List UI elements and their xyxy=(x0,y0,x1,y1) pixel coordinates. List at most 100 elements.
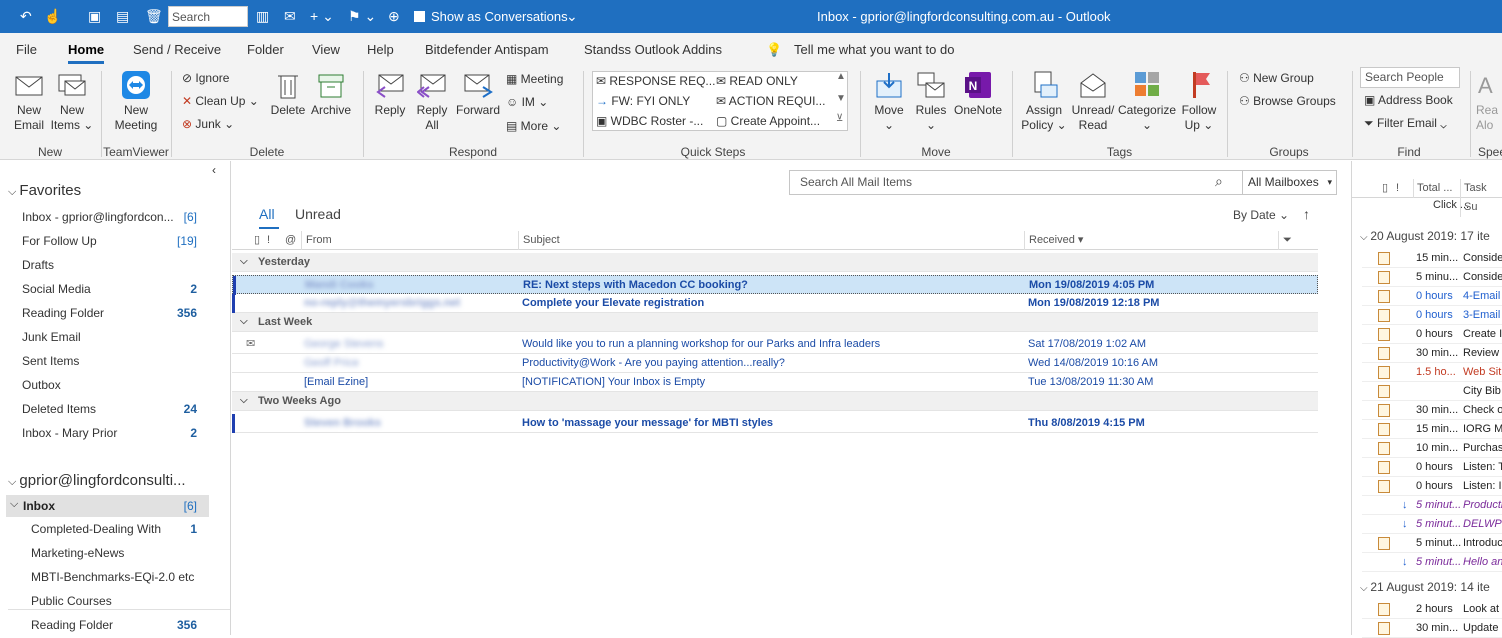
account-header[interactable]: ⌵ gprior@lingfordconsulti... xyxy=(8,472,186,489)
favorites-header[interactable]: ⌵ Favorites xyxy=(8,182,81,199)
subfolder[interactable]: MBTI-Benchmarks-EQi-2.0 etc xyxy=(31,570,194,584)
clean-up-button[interactable]: ✕ Clean Up ⌄ xyxy=(182,94,259,108)
favorite-folder[interactable]: Reading Folder xyxy=(22,306,104,320)
message-group-header[interactable]: ⌵ Two Weeks Ago xyxy=(232,392,1318,411)
tab-folder[interactable]: Folder xyxy=(247,42,284,57)
delete-button[interactable]: Delete xyxy=(268,71,308,118)
task-row[interactable]: City Bib xyxy=(1362,382,1502,401)
search-icon[interactable]: ⌕ xyxy=(1215,173,1223,190)
forward-button[interactable]: Forward xyxy=(455,71,501,118)
task-row[interactable]: ↓ 5 minut...DELWP c xyxy=(1362,515,1502,534)
task-row[interactable]: 30 min... Update xyxy=(1362,619,1502,638)
subfolder[interactable]: Completed-Dealing With xyxy=(31,522,161,536)
filter-email-button[interactable]: ⏷ Filter Email ⌄ xyxy=(1364,116,1447,131)
assign-policy-button[interactable]: Assign Policy ⌄ xyxy=(1020,71,1068,133)
tab-standss[interactable]: Standss Outlook Addins xyxy=(584,42,722,57)
column-total[interactable]: Total ... xyxy=(1413,179,1452,198)
quick-step-create-appoint[interactable]: ▢ Create Appoint... xyxy=(716,114,820,128)
sort-by-date[interactable]: By Date ⌄ xyxy=(1233,208,1289,222)
task-row[interactable]: ↓ 5 minut... Producti xyxy=(1362,496,1502,515)
checkbox-icon[interactable] xyxy=(414,11,425,22)
quick-steps-expand[interactable]: ⊻ xyxy=(836,113,843,124)
mail-icon[interactable]: ✉ xyxy=(284,7,296,25)
junk-button[interactable]: ⊗ Junk ⌄ xyxy=(182,117,234,131)
move-button[interactable]: Move ⌄ xyxy=(868,71,910,133)
add-icon[interactable]: + ⌄ xyxy=(310,7,334,25)
attachment-icon[interactable]: @ xyxy=(285,231,296,250)
quick-step-read-only[interactable]: ✉ READ ONLY xyxy=(716,74,798,88)
column-subject[interactable]: Subject xyxy=(518,231,560,250)
importance-icon[interactable]: ! xyxy=(1396,179,1399,198)
rules-button[interactable]: Rules ⌄ xyxy=(911,71,951,133)
subfolder[interactable]: Reading Folder xyxy=(31,618,113,632)
quick-search-people[interactable]: Search People xyxy=(168,6,248,45)
folder-icon[interactable]: ▣ xyxy=(88,7,101,25)
task-row[interactable]: 15 min... Conside xyxy=(1362,249,1502,268)
filter-icon[interactable]: ⏷ xyxy=(1278,231,1292,250)
mailbox-scope-select[interactable]: All Mailboxes ▾ xyxy=(1242,170,1337,195)
flag-icon[interactable]: ⚑ ⌄ xyxy=(348,7,376,25)
message-row[interactable]: [Email Ezine] [NOTIFICATION] Your Inbox i… xyxy=(232,373,1318,392)
reply-button[interactable]: Reply xyxy=(370,71,410,118)
im-button[interactable]: ☺ IM ⌄ xyxy=(506,95,548,109)
favorite-folder[interactable]: Deleted Items xyxy=(22,402,96,416)
favorite-folder[interactable]: Inbox - Mary Prior xyxy=(22,426,117,440)
column-received[interactable]: Received ▾ xyxy=(1024,231,1083,250)
onenote-button[interactable]: N OneNote xyxy=(952,71,1004,118)
new-items-button[interactable]: New Items ⌄ xyxy=(50,71,94,133)
message-group-header[interactable]: ⌵ Last Week xyxy=(232,313,1318,332)
task-row[interactable]: 0 hours 4-Email xyxy=(1362,287,1502,306)
column-from[interactable]: From xyxy=(301,231,332,250)
reply-all-button[interactable]: Reply All xyxy=(412,71,452,133)
task-row[interactable]: 5 minu... Conside xyxy=(1362,268,1502,287)
subfolder[interactable]: Public Courses xyxy=(31,594,112,608)
tab-bitdefender[interactable]: Bitdefender Antispam xyxy=(425,42,549,57)
favorite-folder[interactable]: Outbox xyxy=(22,378,61,392)
customize-toolbar-icon[interactable]: ⌄ xyxy=(566,7,578,25)
favorite-folder[interactable]: Social Media xyxy=(22,282,91,296)
favorite-folder[interactable]: Sent Items xyxy=(22,354,79,368)
subfolder[interactable]: Marketing-eNews xyxy=(31,546,124,560)
delete-icon[interactable]: 🗑 xyxy=(145,7,163,25)
tab-send-receive[interactable]: Send / Receive xyxy=(133,42,221,57)
globe-icon[interactable]: ⊕ xyxy=(388,7,400,25)
favorite-folder[interactable]: Inbox - gprior@lingfordcon... xyxy=(22,210,174,224)
new-task-input[interactable]: Click ... xyxy=(1433,199,1469,211)
read-aloud-button[interactable]: A Rea Alo xyxy=(1476,71,1502,133)
message-row[interactable]: no-reply@themyersbriggs.net Complete your… xyxy=(232,294,1318,313)
message-row[interactable]: Steven Brooks How to 'massage your messag… xyxy=(232,414,1318,433)
browse-groups-button[interactable]: ⚇ Browse Groups xyxy=(1239,94,1336,108)
favorite-folder[interactable]: Drafts xyxy=(22,258,54,272)
meeting-button[interactable]: ▦ Meeting xyxy=(506,72,563,86)
message-row[interactable]: Mandi Cooks RE: Next steps with Macedon C… xyxy=(232,275,1318,295)
task-group-header[interactable]: ⌵ 21 August 2019: 14 ite xyxy=(1360,576,1490,600)
archive-button[interactable]: Archive xyxy=(310,71,352,118)
message-group-header[interactable]: ⌵ Yesterday xyxy=(232,253,1318,272)
message-row[interactable]: Geoff Price Productivity@Work - Are you p… xyxy=(232,354,1318,373)
favorite-folder[interactable]: Junk Email xyxy=(22,330,81,344)
touch-mode-icon[interactable]: ☝ xyxy=(44,7,61,25)
search-people-input[interactable]: Search People xyxy=(1360,67,1460,88)
quick-step-action-req[interactable]: ✉ ACTION REQUI... xyxy=(716,94,825,108)
task-row[interactable]: 30 min... Review ... xyxy=(1362,344,1502,363)
filter-all-tab[interactable]: All xyxy=(259,206,275,222)
tab-home[interactable]: Home xyxy=(68,42,105,64)
doc-icon[interactable]: ▯ xyxy=(1382,179,1388,198)
column-task-subject[interactable]: Task Su xyxy=(1460,179,1502,217)
task-row[interactable]: 1.5 ho... Web Sit xyxy=(1362,363,1502,382)
new-email-button[interactable]: New Email xyxy=(8,71,50,133)
tab-view[interactable]: View xyxy=(312,42,340,57)
unread-read-button[interactable]: Unread/ Read xyxy=(1069,71,1117,133)
show-as-conversations-toggle[interactable]: Show as Conversations xyxy=(414,9,568,24)
undo-icon[interactable]: ↶ xyxy=(20,7,32,25)
tab-help[interactable]: Help xyxy=(367,42,394,57)
new-meeting-button[interactable]: New Meeting xyxy=(108,71,164,133)
inbox-folder[interactable]: ⌵ Inbox [6] xyxy=(6,495,209,517)
new-group-button[interactable]: ⚇ New Group xyxy=(1239,71,1314,85)
task-row[interactable]: 5 minut... Introduc xyxy=(1362,534,1502,553)
sort-direction-icon[interactable]: ↑ xyxy=(1303,206,1310,222)
more-respond-button[interactable]: ▤ More ⌄ xyxy=(506,119,561,133)
quick-step-fw-fyi[interactable]: → FW: FYI ONLY xyxy=(596,94,690,108)
task-row[interactable]: 0 hours Create I xyxy=(1362,325,1502,344)
filter-unread-tab[interactable]: Unread xyxy=(295,206,341,222)
